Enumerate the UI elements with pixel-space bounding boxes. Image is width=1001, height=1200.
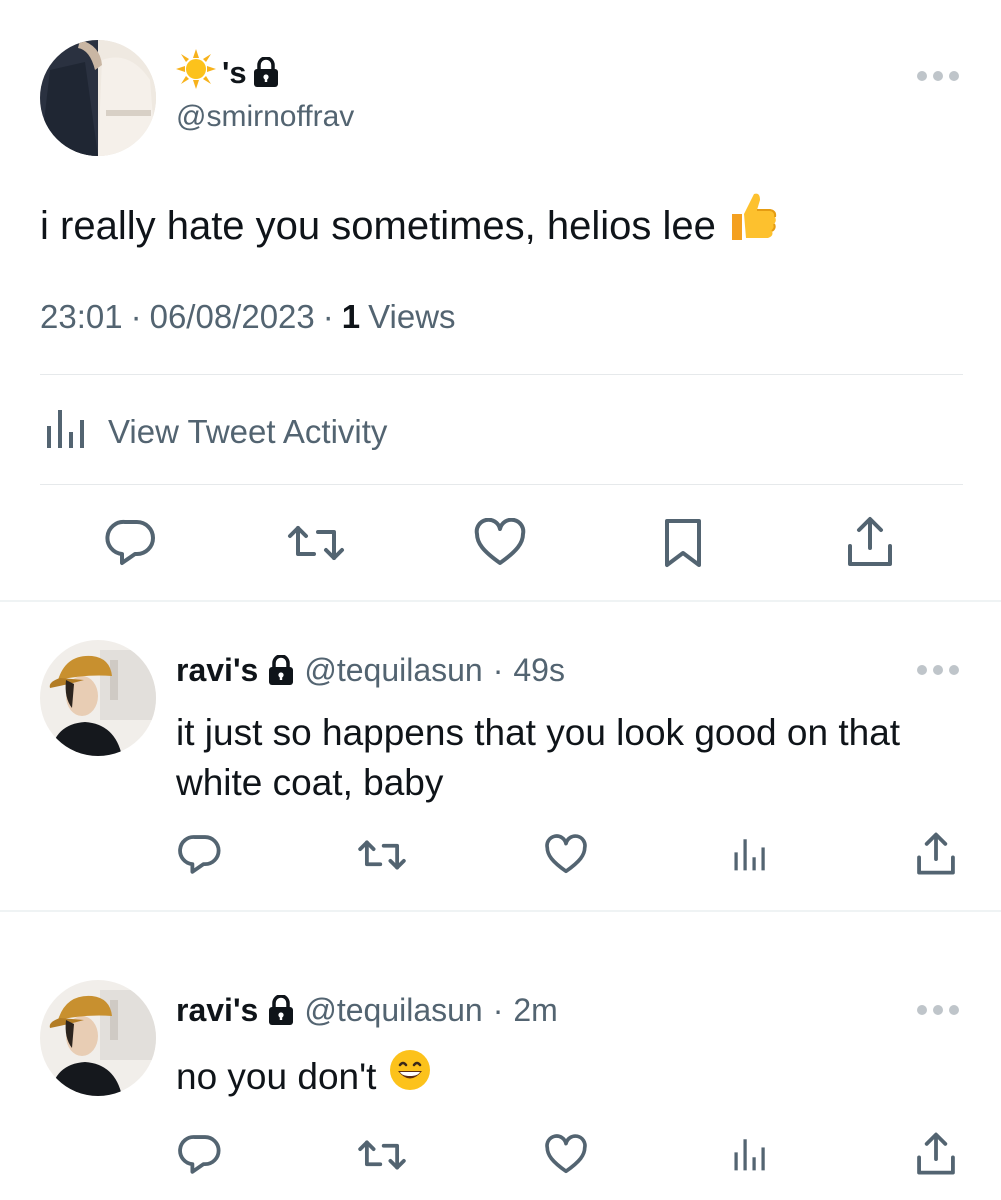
reply-tweet[interactable]: ravi's @tequilasun · 49s it just so happ… xyxy=(0,602,1001,910)
share-icon[interactable] xyxy=(914,830,958,878)
reply-tweet[interactable]: ravi's @tequilasun · 2m no you don't xyxy=(0,912,1001,1200)
lock-icon xyxy=(268,994,294,1025)
sun-icon xyxy=(176,49,216,97)
tweet-body: i really hate you sometimes, helios lee xyxy=(40,203,716,248)
handle[interactable]: @tequilasun xyxy=(304,992,482,1029)
avatar[interactable] xyxy=(40,40,156,156)
like-icon[interactable] xyxy=(473,518,527,568)
view-tweet-activity-link[interactable]: View Tweet Activity xyxy=(44,404,387,460)
tweet-text: i really hate you sometimes, helios lee xyxy=(40,190,778,261)
tweet-meta: 23:01 · 06/08/2023 · 1 Views xyxy=(40,298,456,336)
reply-text: no you don't xyxy=(176,1048,976,1105)
reply-icon[interactable] xyxy=(105,516,157,568)
display-name[interactable]: ravi's xyxy=(176,652,258,689)
reply-body: no you don't xyxy=(176,1055,377,1097)
divider xyxy=(40,374,963,375)
share-icon[interactable] xyxy=(914,1130,958,1178)
retweet-icon[interactable] xyxy=(356,1134,408,1176)
analytics-icon[interactable] xyxy=(732,834,768,874)
tweet-date[interactable]: 06/08/2023 xyxy=(150,298,315,336)
share-icon[interactable] xyxy=(844,514,896,570)
handle[interactable]: @smirnoffrav xyxy=(176,100,354,134)
reply-header: ravi's @tequilasun · 49s xyxy=(176,648,565,692)
timestamp[interactable]: 49s xyxy=(513,652,565,689)
more-options-icon[interactable] xyxy=(917,665,959,675)
reply-icon[interactable] xyxy=(178,832,222,876)
reply-action-bar xyxy=(0,1124,1001,1194)
display-name-suffix: 's xyxy=(222,55,247,90)
more-options-icon[interactable] xyxy=(917,71,959,81)
grinning-face-icon xyxy=(388,1048,432,1105)
tweet-time[interactable]: 23:01 xyxy=(40,298,123,336)
meta-separator: · xyxy=(322,298,334,335)
reply-action-bar xyxy=(0,824,1001,894)
handle[interactable]: @tequilasun xyxy=(304,652,482,689)
analytics-icon[interactable] xyxy=(732,1134,768,1174)
lock-icon xyxy=(268,654,294,685)
display-name[interactable]: ravi's xyxy=(176,992,258,1029)
retweet-icon[interactable] xyxy=(286,518,346,568)
like-icon[interactable] xyxy=(544,834,588,876)
avatar[interactable] xyxy=(40,980,156,1096)
separator: · xyxy=(492,991,504,1028)
tweet-action-bar xyxy=(0,508,1001,578)
lock-icon xyxy=(253,56,283,89)
avatar[interactable] xyxy=(40,640,156,756)
views-label: Views xyxy=(368,298,456,335)
reply-icon[interactable] xyxy=(178,1132,222,1176)
meta-separator: · xyxy=(130,298,142,335)
activity-label: View Tweet Activity xyxy=(108,413,388,450)
thumbs-up-icon xyxy=(726,190,778,261)
retweet-icon[interactable] xyxy=(356,834,408,876)
more-options-icon[interactable] xyxy=(917,1005,959,1015)
tweet-thread-page: 's @smirnoffrav i really hate you someti… xyxy=(0,0,1001,1200)
like-icon[interactable] xyxy=(544,1134,588,1176)
reply-text: it just so happens that you look good on… xyxy=(176,712,901,803)
reply-header: ravi's @tequilasun · 2m xyxy=(176,988,558,1032)
display-name[interactable]: 's xyxy=(176,49,283,97)
divider xyxy=(40,484,963,485)
main-tweet: 's @smirnoffrav i really hate you someti… xyxy=(0,0,1001,602)
separator: · xyxy=(492,651,504,688)
views-count: 1 xyxy=(341,298,361,335)
bookmark-icon[interactable] xyxy=(662,516,704,570)
timestamp[interactable]: 2m xyxy=(513,992,557,1029)
analytics-icon xyxy=(44,406,88,458)
